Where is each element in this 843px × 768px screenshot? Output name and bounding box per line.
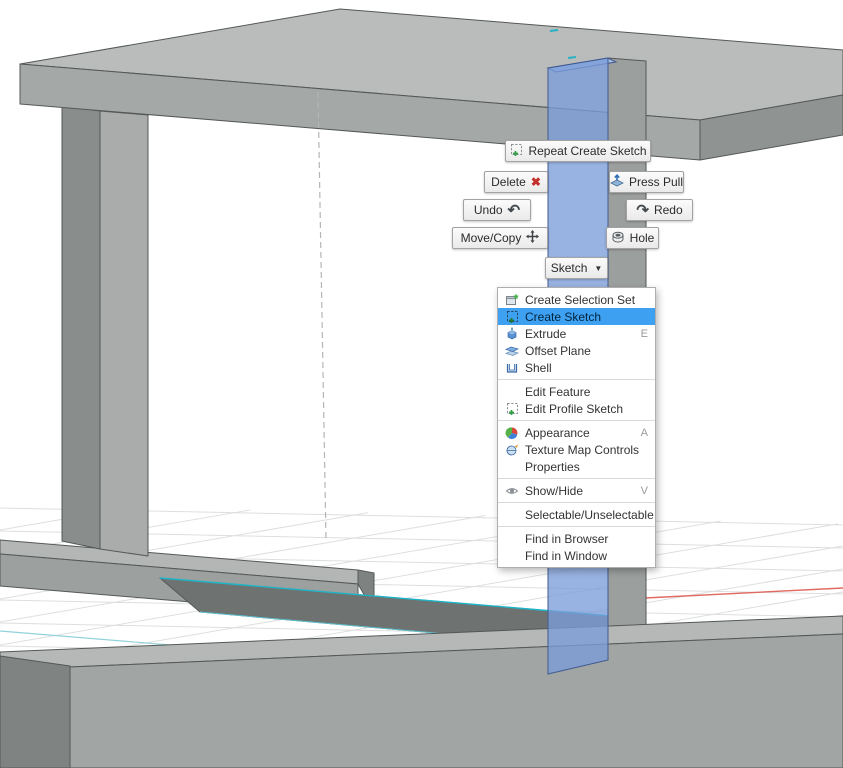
menu-separator (498, 478, 655, 479)
blank-icon (503, 548, 520, 563)
button-label: Hole (630, 231, 655, 245)
shell-icon (503, 360, 520, 375)
marking-menu-undo[interactable]: Undo ↶ (463, 199, 531, 221)
button-label: Press Pull (629, 175, 683, 189)
sketch-point-mark (550, 30, 558, 31)
button-label: Repeat Create Sketch (528, 144, 646, 158)
construction-line (318, 92, 326, 540)
menu-item-texture-map-controls[interactable]: Texture Map Controls (498, 441, 655, 458)
redo-arrow-icon: ↷ (636, 203, 649, 218)
marking-menu-press-pull[interactable]: Press Pull (609, 171, 684, 193)
left-leg[interactable] (62, 106, 148, 556)
chevron-down-icon: ▼ (594, 264, 602, 273)
menu-separator (498, 526, 655, 527)
menu-item-selectable-unselectable[interactable]: Selectable/Unselectable (498, 506, 655, 523)
menu-item-offset-plane[interactable]: Offset Plane (498, 342, 655, 359)
button-label: Redo (654, 203, 683, 217)
create-sketch-icon (503, 309, 520, 324)
extrude-icon (503, 326, 520, 341)
eye-icon (503, 483, 520, 498)
press-pull-icon (610, 174, 624, 191)
hole-icon (611, 230, 625, 247)
button-label: Sketch (551, 261, 588, 275)
fusion-viewport[interactable]: Repeat Create Sketch Delete ✖ Press Pull… (0, 0, 843, 768)
menu-item-edit-feature[interactable]: Edit Feature (498, 383, 655, 400)
button-label: Undo (474, 203, 503, 217)
marking-menu-redo[interactable]: ↷ Redo (626, 199, 693, 221)
blank-icon (503, 531, 520, 546)
marking-menu-move-copy[interactable]: Move/Copy (452, 227, 548, 249)
menu-item-find-in-window[interactable]: Find in Window (498, 547, 655, 564)
undo-arrow-icon: ↶ (508, 203, 521, 218)
menu-item-edit-profile-sketch[interactable]: Edit Profile Sketch (498, 400, 655, 417)
viewport-canvas[interactable] (0, 0, 843, 768)
marking-menu-hole[interactable]: Hole (606, 227, 659, 249)
create-selection-set-icon (503, 292, 520, 307)
menu-item-find-in-browser[interactable]: Find in Browser (498, 530, 655, 547)
offset-plane-icon (503, 343, 520, 358)
blank-icon (503, 384, 520, 399)
button-label: Delete (491, 175, 526, 189)
appearance-icon (503, 425, 520, 440)
menu-item-show-hide[interactable]: Show/Hide V (498, 482, 655, 499)
texture-map-icon (503, 442, 520, 457)
menu-separator (498, 420, 655, 421)
button-label: Move/Copy (461, 231, 522, 245)
edit-profile-sketch-icon (503, 401, 520, 416)
menu-item-create-selection-set[interactable]: Create Selection Set (498, 291, 655, 308)
move-cross-icon (526, 230, 539, 246)
menu-item-shell[interactable]: Shell (498, 359, 655, 376)
delete-x-icon: ✖ (531, 175, 541, 189)
sketch-point-mark-2 (568, 57, 576, 58)
blank-icon (503, 507, 520, 522)
menu-separator (498, 379, 655, 380)
menu-item-properties[interactable]: Properties (498, 458, 655, 475)
menu-item-create-sketch[interactable]: Create Sketch (498, 308, 655, 325)
sketch-context-menu: Create Selection Set Create Sketch Extru… (497, 287, 656, 568)
create-sketch-icon (509, 143, 523, 160)
menu-item-extrude[interactable]: Extrude E (498, 325, 655, 342)
front-base-beam[interactable] (0, 616, 843, 768)
marking-menu-repeat-create-sketch[interactable]: Repeat Create Sketch (505, 140, 651, 162)
marking-menu-delete[interactable]: Delete ✖ (484, 171, 548, 193)
blank-icon (503, 459, 520, 474)
menu-item-appearance[interactable]: Appearance A (498, 424, 655, 441)
marking-menu-sketch-dropdown[interactable]: Sketch ▼ (545, 257, 608, 279)
menu-separator (498, 502, 655, 503)
